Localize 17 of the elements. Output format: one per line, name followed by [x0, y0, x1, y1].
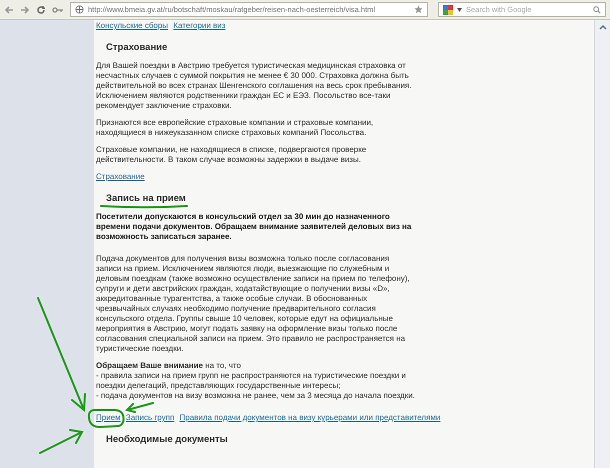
paragraph: Признаются все европейские страховые компании и страховые компании, находящиеся в нижеуказанном списке страховых компаний Посольства.	[96, 118, 374, 138]
paragraph: Страховые компании, не находящиеся в списке, подвергаются проверке действительности. В таком случае возможны задержки в выдаче визы.	[96, 145, 368, 165]
section-heading: Страхование	[106, 43, 168, 53]
paragraph: Для Вашей поездки в Австрию требуется туристическая медицинская страховка от несчастных случаев с суммой покрытия не менее € 30 000. Страховка должна быть действительной во всех странах Шенгенского соглашения на весь срок пребывания. Исключением являются родственники граждан ЕС и ЕЭЗ. Посольство все-таки рекомендует заключение страховки.	[96, 61, 412, 111]
text-line: поездки делегаций, представляющих государственные интересы;	[96, 381, 342, 391]
section-heading: Необходимые документы	[106, 435, 228, 445]
link[interactable]: Запись групп	[126, 413, 174, 422]
link[interactable]: Консульские сборы	[96, 21, 168, 30]
text-line: - правила записи на прием групп не распространяются на туристические поездки и	[96, 371, 407, 381]
text-line: - подача документов на визу возможна не ранее, чем за 3 месяца до начала поездки.	[96, 391, 416, 401]
paragraph: Посетители допускаются в консульский отдел за 30 мин до назначенного времени подачи документов. Обращаем внимание заявителей деловых виз на возможность записаться заранее.	[96, 212, 412, 242]
paragraph: Подача документов для получения визы возможна только после согласования записи на прием. Исключением являются люди, выезжающие по служебным и деловым поездкам (также возможно осуществление записи на прием по телефону), супруги и дети австрийских граждан, ходатайствующие о получении визы «D», аккредитованные турагентства, а также особые случаи. В обоснованных чрезвычайных случаях необходимо получение предварительного согласия консульского отдела. Группы свыше 10 человек, которые едут на официальные мероприятия в Австрию, могут подать заявку на оформление визы только после согласования специальной записи на прием. Это правило не распространяется на туристические поездки.	[96, 254, 411, 354]
link[interactable]: Правила подачи документов на визу курьерами или представителями	[180, 413, 440, 422]
link[interactable]: Категории виз	[173, 21, 226, 30]
text-line: Обращаем Ваше внимание на то, что	[96, 361, 242, 371]
section-heading: Запись на прием	[106, 194, 186, 204]
link[interactable]: Страхование	[96, 172, 145, 181]
